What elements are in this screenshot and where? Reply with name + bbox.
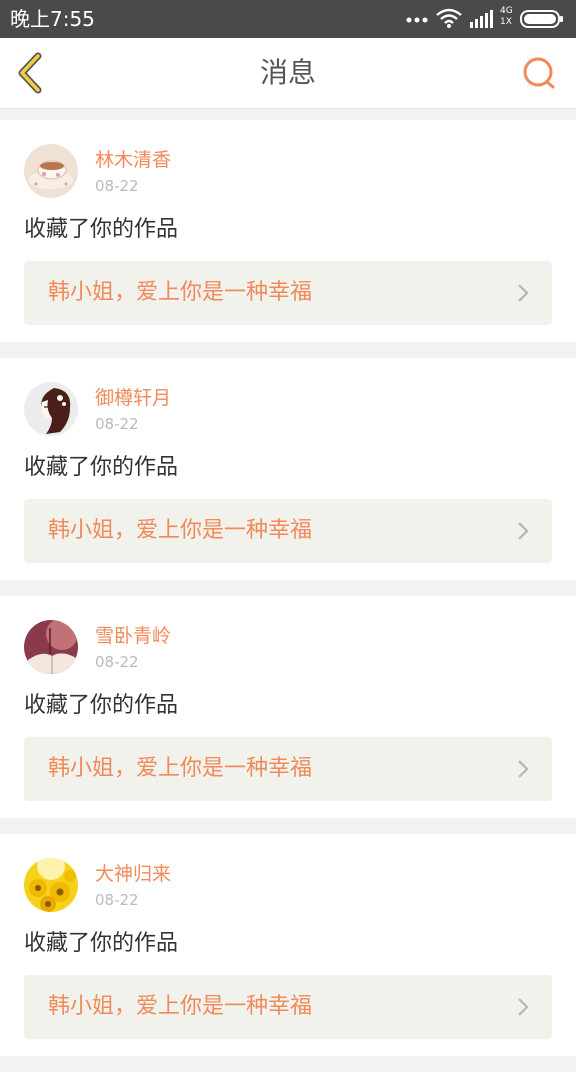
status-bar: 晚上7:55 4G 1X xyxy=(0,0,576,38)
wifi-icon xyxy=(436,8,462,28)
work-title: 韩小姐，爱上你是一种幸福 xyxy=(48,518,313,543)
message-date: 08-22 xyxy=(95,415,139,433)
message-date: 08-22 xyxy=(95,653,139,671)
message-action: 收藏了你的作品 xyxy=(24,455,179,480)
more-dots-icon xyxy=(406,17,428,23)
work-link[interactable]: 韩小姐，爱上你是一种幸福 xyxy=(24,261,552,325)
username[interactable]: 大神归来 xyxy=(95,862,171,886)
message-action: 收藏了你的作品 xyxy=(24,217,179,242)
search-button[interactable] xyxy=(520,54,558,92)
signal-icon xyxy=(470,10,493,28)
chevron-right-icon xyxy=(518,284,529,302)
chevron-right-icon xyxy=(518,760,529,778)
username[interactable]: 雪卧青岭 xyxy=(95,624,171,648)
message-action: 收藏了你的作品 xyxy=(24,693,179,718)
search-icon xyxy=(523,57,555,89)
chevron-right-icon xyxy=(518,522,529,540)
status-time: 晚上7:55 xyxy=(10,7,95,31)
work-title: 韩小姐，爱上你是一种幸福 xyxy=(48,994,313,1019)
message-item: 大神归来 08-22 收藏了你的作品 韩小姐，爱上你是一种幸福 xyxy=(0,834,576,1056)
chevron-right-icon xyxy=(518,998,529,1016)
book-avatar-image xyxy=(24,620,78,674)
network-type: 4G 1X xyxy=(500,6,516,28)
username[interactable]: 御樽轩月 xyxy=(95,386,171,410)
woman-silhouette-avatar-image xyxy=(24,382,78,436)
teacup-avatar-image xyxy=(24,144,78,198)
avatar[interactable] xyxy=(24,382,78,436)
work-title: 韩小姐，爱上你是一种幸福 xyxy=(48,756,313,781)
avatar[interactable] xyxy=(24,858,78,912)
message-date: 08-22 xyxy=(95,177,139,195)
battery-icon xyxy=(520,10,563,28)
work-link[interactable]: 韩小姐，爱上你是一种幸福 xyxy=(24,499,552,563)
work-link[interactable]: 韩小姐，爱上你是一种幸福 xyxy=(24,737,552,801)
message-item: 林木清香 08-22 收藏了你的作品 韩小姐，爱上你是一种幸福 xyxy=(0,120,576,342)
message-item: 御樽轩月 08-22 收藏了你的作品 韩小姐，爱上你是一种幸福 xyxy=(0,358,576,580)
work-title: 韩小姐，爱上你是一种幸福 xyxy=(48,280,313,305)
yellow-flowers-avatar-image xyxy=(24,858,78,912)
page-title: 消息 xyxy=(259,56,316,89)
message-action: 收藏了你的作品 xyxy=(24,931,179,956)
avatar[interactable] xyxy=(24,620,78,674)
status-icons: 4G 1X xyxy=(406,6,566,32)
work-link[interactable]: 韩小姐，爱上你是一种幸福 xyxy=(24,975,552,1039)
message-item: 雪卧青岭 08-22 收藏了你的作品 韩小姐，爱上你是一种幸福 xyxy=(0,596,576,818)
message-list: 林木清香 08-22 收藏了你的作品 韩小姐，爱上你是一种幸福 御樽轩月 08-… xyxy=(0,120,576,1072)
navigation-bar: 消息 xyxy=(0,38,576,109)
message-date: 08-22 xyxy=(95,891,139,909)
network-type-top: 4G xyxy=(500,6,513,16)
avatar[interactable] xyxy=(24,144,78,198)
network-type-bottom: 1X xyxy=(500,17,512,27)
username[interactable]: 林木清香 xyxy=(95,148,171,172)
